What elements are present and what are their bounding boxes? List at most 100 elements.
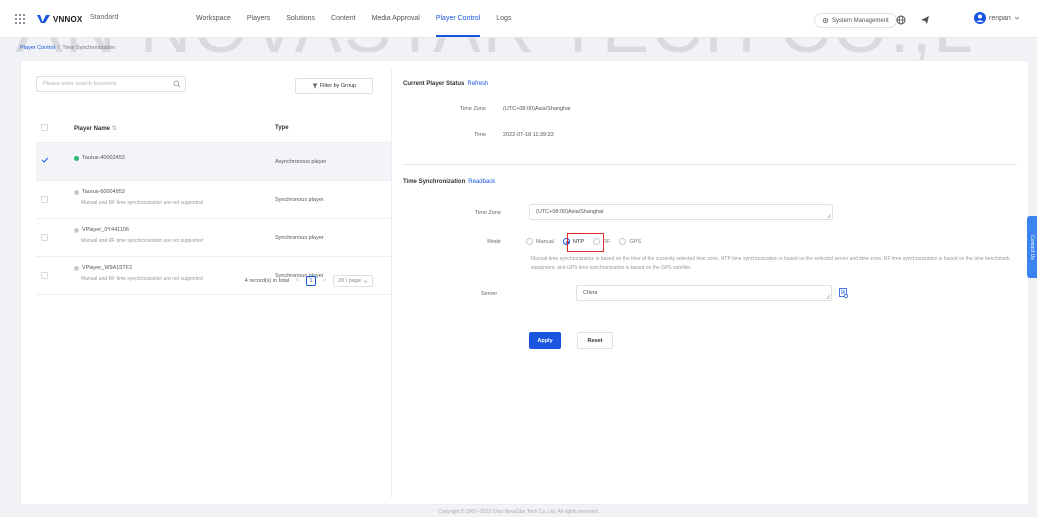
player-note: Manual and RF time synchronization are n… <box>81 238 203 244</box>
mode-gps-radio[interactable]: GPS <box>619 238 641 245</box>
check-icon[interactable] <box>41 156 49 164</box>
player-name-text: Taurus-40002453 <box>82 155 125 161</box>
player-name: Taurus-60004953 <box>74 189 125 195</box>
nav-logs[interactable]: Logs <box>496 0 511 37</box>
radio-button[interactable] <box>526 238 533 245</box>
section-divider <box>402 164 1017 165</box>
player-type: Asynchronous player <box>275 159 327 165</box>
prev-page-button[interactable]: < <box>293 276 302 286</box>
breadcrumb-separator: / <box>57 45 60 51</box>
filter-by-group-label: Filter by Group <box>319 83 357 89</box>
page-size-value: 20 / page <box>338 278 361 284</box>
nav-content[interactable]: Content <box>331 0 356 37</box>
column-player-name[interactable]: Player Name ⇅ <box>74 125 117 132</box>
server-select-value: China <box>583 290 598 296</box>
player-note: Manual and RF time synchronization are n… <box>81 200 203 206</box>
current-player-status-title: Current Player Status Refresh <box>403 81 488 87</box>
sort-icon[interactable]: ⇅ <box>112 126 117 132</box>
time-zone-select[interactable]: (UTC+08:00)Asia/Shanghai <box>529 204 833 220</box>
breadcrumb-player-control[interactable]: Player Control <box>20 45 55 51</box>
user-name: renpan <box>989 14 1011 22</box>
table-row[interactable]: Taurus-40002453 Asynchronous player <box>36 143 391 181</box>
player-name: VPlayer_0Y441106 <box>74 227 129 233</box>
table-row[interactable]: VPlayer_0Y441106 Manual and RF time sync… <box>36 219 391 257</box>
column-player-name-label: Player Name <box>74 126 111 132</box>
system-management-button[interactable]: System Management <box>814 13 897 28</box>
time-zone-label: Time Zone <box>474 210 501 216</box>
footer-copyright: Copyright © 2007–2022 Xi'an NovaStar Tec… <box>438 509 599 515</box>
breadcrumb: Player Control / Time Synchronization <box>20 45 115 51</box>
mode-rf-label: RF <box>603 238 611 245</box>
page-size-select[interactable]: 20 / page <box>333 275 373 287</box>
table-row[interactable]: Taurus-60004953 Manual and RF time synch… <box>36 181 391 219</box>
mode-label: Mode <box>487 239 501 245</box>
system-management-label: System Management <box>832 17 889 24</box>
time-zone-select-value: (UTC+08:00)Asia/Shanghai <box>536 209 604 215</box>
player-name-text: VPlayer_0Y441106 <box>82 227 129 233</box>
column-type: Type <box>275 125 289 131</box>
refresh-link[interactable]: Refresh <box>467 81 488 87</box>
chevron-down-icon <box>1014 16 1020 20</box>
contact-us-tab[interactable]: Contact Us <box>1027 216 1037 278</box>
player-type: Synchronous player <box>275 235 324 241</box>
apply-button[interactable]: Apply <box>529 332 561 349</box>
reset-button[interactable]: Reset <box>577 332 613 349</box>
search-box <box>36 76 186 92</box>
current-time-label: Time <box>473 132 486 138</box>
apps-grid-icon[interactable] <box>15 14 25 24</box>
search-icon[interactable] <box>173 80 181 88</box>
pagination: 4 record(s) in total < 1 > 20 / page <box>36 275 373 287</box>
offline-status-dot <box>74 189 79 195</box>
radio-button[interactable] <box>619 238 627 245</box>
mode-gps-label: GPS <box>629 238 642 245</box>
user-menu[interactable]: renpan <box>974 12 1020 24</box>
offline-status-dot <box>74 265 79 271</box>
vnnox-logo-icon <box>37 15 50 23</box>
nav-player-control[interactable]: Player Control <box>435 0 481 37</box>
globe-icon[interactable] <box>896 15 906 25</box>
search-input[interactable] <box>37 77 167 91</box>
nav-media-approval[interactable]: Media Approval <box>372 0 420 37</box>
player-name: VPlayer_W9A15TF2 <box>74 265 132 271</box>
server-select[interactable]: China <box>576 285 832 301</box>
mode-manual-label: Manual <box>536 238 555 245</box>
row-checkbox[interactable] <box>41 234 48 241</box>
nav-workspace[interactable]: Workspace <box>196 0 231 37</box>
filter-icon <box>312 83 318 89</box>
top-navigation-bar: VNNOX Standard Workspace Players Solutio… <box>0 0 1037 38</box>
contact-us-label: Contact Us <box>1029 234 1035 260</box>
filter-by-group-button[interactable]: Filter by Group <box>295 78 373 94</box>
resize-handle-icon <box>827 214 831 218</box>
select-all-checkbox[interactable] <box>41 124 48 131</box>
current-time-zone-value: (UTC+08:00)Asia/Shanghai <box>503 106 571 112</box>
edition-label: Standard <box>90 14 119 21</box>
resize-handle-icon <box>826 295 830 299</box>
settings-icon <box>822 17 829 24</box>
server-list-icon[interactable] <box>839 288 848 298</box>
player-table: Player Name ⇅ Type Taurus-40002453 Async… <box>36 111 391 295</box>
time-sync-title-text: Time Synchronization <box>403 179 466 185</box>
breadcrumb-current: Time Synchronization <box>62 45 116 51</box>
nav-solutions[interactable]: Solutions <box>286 0 315 37</box>
player-name-text: VPlayer_W9A15TF2 <box>82 265 133 271</box>
mode-manual-radio[interactable]: Manual <box>526 238 554 245</box>
server-label: Server <box>481 291 498 297</box>
main-card: Filter by Group Player Name ⇅ Type Tauru… <box>20 60 1029 505</box>
time-synchronization-title: Time Synchronization Readback <box>403 179 495 185</box>
row-checkbox[interactable] <box>41 196 48 203</box>
readback-link[interactable]: Readback <box>468 179 495 185</box>
mode-description: Manual time synchronization is based on … <box>531 256 1010 271</box>
nav-players[interactable]: Players <box>247 0 270 37</box>
table-header: Player Name ⇅ Type <box>36 111 391 143</box>
page-number-button[interactable]: 1 <box>306 276 317 286</box>
offline-status-dot <box>74 227 79 233</box>
vnnox-logo[interactable]: VNNOX <box>37 13 82 25</box>
chevron-down-icon <box>363 279 368 283</box>
send-icon[interactable] <box>920 15 930 25</box>
current-time-value: 2022-07-18 11:39:33 <box>503 132 554 138</box>
player-type: Synchronous player <box>275 197 324 203</box>
total-records: 4 record(s) in total <box>244 278 290 284</box>
player-name: Taurus-40002453 <box>74 155 125 161</box>
next-page-button[interactable]: > <box>320 276 329 286</box>
main-nav: Workspace Players Solutions Content Medi… <box>196 0 527 37</box>
